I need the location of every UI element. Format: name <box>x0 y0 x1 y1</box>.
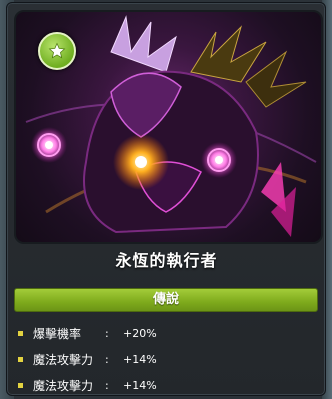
stat-value: +20% <box>123 326 157 340</box>
stat-row: 爆擊機率 : +20% <box>14 320 314 346</box>
stat-separator: : <box>105 378 109 392</box>
item-name: 永恆的執行者 <box>115 251 218 270</box>
stat-value: +14% <box>123 352 157 366</box>
bullet-icon <box>18 330 23 336</box>
stat-value: +14% <box>123 378 157 392</box>
stat-name: 爆擊機率 <box>33 326 82 341</box>
bullet-icon <box>18 382 23 388</box>
bullet-icon <box>18 356 23 362</box>
stat-row: 魔法攻擊力 : +14% <box>14 372 314 398</box>
stat-name: 魔法攻擊力 <box>33 352 94 367</box>
item-artwork <box>14 10 323 244</box>
stat-separator: : <box>105 326 109 340</box>
star-icon <box>38 32 76 70</box>
stat-row: 魔法攻擊力 : +14% <box>14 346 314 372</box>
stat-name: 魔法攻擊力 <box>33 378 94 393</box>
stat-list: 爆擊機率 : +20% 魔法攻擊力 : +14% 魔法攻擊力 : +14% <box>14 320 314 398</box>
grade-badge: 傳說 <box>14 288 318 312</box>
stat-separator: : <box>105 352 109 366</box>
